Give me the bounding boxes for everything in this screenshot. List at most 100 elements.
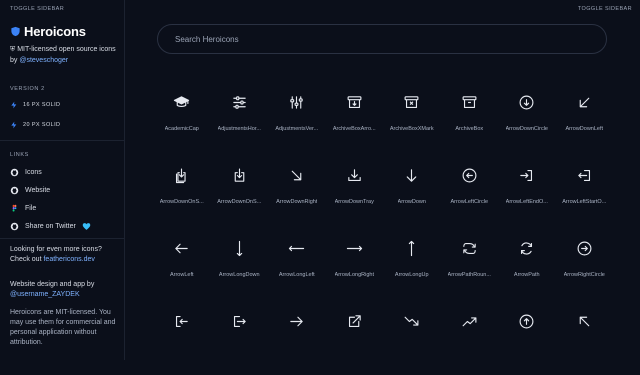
arrow-long-up-icon bbox=[409, 240, 415, 257]
icon-card-arrow-path-rounded-square[interactable]: ArrowPathRoun... bbox=[441, 229, 499, 302]
icon-label: ArrowDown bbox=[397, 199, 426, 205]
icon-card-adjustments-vertical[interactable]: AdjustmentsVer... bbox=[268, 83, 326, 156]
link-share-twitter[interactable]: Share on Twitter bbox=[10, 222, 91, 231]
search-bar[interactable] bbox=[157, 24, 607, 54]
icon-label: ArrowDownRight bbox=[276, 199, 318, 205]
heart-icon bbox=[82, 223, 91, 230]
icon-label: ArrowDownCircle bbox=[505, 126, 548, 132]
link-file-label: File bbox=[25, 205, 37, 212]
icon-card-arrow-trending-up[interactable] bbox=[441, 302, 499, 375]
icon-card-arrow-left-start-on-rectangle[interactable]: ArrowLeftStartO... bbox=[556, 156, 614, 229]
icon-label: ArrowRightCircle bbox=[563, 272, 605, 278]
icon-card-arrow-long-down[interactable]: ArrowLongDown bbox=[211, 229, 269, 302]
shield-logo-icon bbox=[11, 26, 20, 37]
arrow-top-right-on-square-icon bbox=[348, 315, 361, 328]
arrow-long-down-icon bbox=[236, 240, 242, 257]
icon-card-arrow-right[interactable] bbox=[268, 302, 326, 375]
more-icons-promo: Looking for even more icons? Check out f… bbox=[10, 245, 120, 265]
icon-card-arrow-up-circle[interactable] bbox=[498, 302, 556, 375]
icon-card-arrow-left-end-on-rectangle[interactable]: ArrowLeftEndO... bbox=[498, 156, 556, 229]
icon-card-arrow-down-on-square-stack[interactable]: ArrowDownOnS... bbox=[153, 156, 211, 229]
link-website-label: Website bbox=[25, 187, 51, 194]
zaydek-link[interactable]: @username_ZAYDEK bbox=[10, 291, 80, 298]
link-website[interactable]: Website bbox=[10, 186, 50, 195]
icon-card-arrow-left-circle[interactable]: ArrowLeftCircle bbox=[441, 156, 499, 229]
archive-box-icon bbox=[462, 96, 477, 109]
version-16-solid[interactable]: 16 PX SOLID bbox=[10, 101, 60, 109]
icon-card-arrow-right-end-on-rectangle[interactable] bbox=[153, 302, 211, 375]
icon-label: ArrowLongLeft bbox=[278, 272, 315, 278]
icon-card-arrow-trending-down[interactable] bbox=[383, 302, 441, 375]
icon-card-adjustments-horizontal[interactable]: AdjustmentsHor... bbox=[211, 83, 269, 156]
arrow-long-right-icon bbox=[346, 245, 362, 252]
github-icon bbox=[10, 168, 19, 177]
github-icon bbox=[10, 186, 19, 195]
figma-icon bbox=[12, 204, 17, 212]
arrow-right-icon bbox=[290, 316, 303, 327]
icon-card-arrow-right-start-on-rectangle[interactable] bbox=[211, 302, 269, 375]
version-20-solid[interactable]: 20 PX SOLID bbox=[10, 121, 60, 129]
arrow-left-icon bbox=[175, 243, 188, 254]
github-icon bbox=[10, 222, 19, 231]
icon-card-archive-box[interactable]: ArchiveBox bbox=[441, 83, 499, 156]
adjustments-horizontal-icon bbox=[233, 96, 246, 109]
toggle-sidebar-button[interactable]: TOGGLE SIDEBAR bbox=[10, 6, 64, 12]
arrow-trending-down-icon bbox=[404, 316, 419, 326]
arrow-left-start-on-rectangle-icon bbox=[578, 169, 590, 182]
arrow-down-on-square-icon bbox=[234, 168, 245, 182]
icon-card-arrow-down-on-square[interactable]: ArrowDownOnS... bbox=[211, 156, 269, 229]
icon-card-arrow-down-right[interactable]: ArrowDownRight bbox=[268, 156, 326, 229]
icon-card-archive-box-arrow-down[interactable]: ArchiveBoxArro... bbox=[326, 83, 384, 156]
icon-label: ArchiveBox bbox=[455, 126, 484, 132]
badge-icon: ⛨ bbox=[10, 46, 16, 53]
feathericons-link[interactable]: feathericons.dev bbox=[43, 256, 94, 263]
divider bbox=[0, 238, 125, 239]
icon-card-arrow-long-left[interactable]: ArrowLongLeft bbox=[268, 229, 326, 302]
icon-card-archive-box-x-mark[interactable]: ArchiveBoxXMark bbox=[383, 83, 441, 156]
icon-card-arrow-long-right[interactable]: ArrowLongRight bbox=[326, 229, 384, 302]
icon-card-arrow-right-circle[interactable]: ArrowRightCircle bbox=[556, 229, 614, 302]
arrow-path-icon bbox=[521, 242, 533, 255]
icon-card-arrow-path[interactable]: ArrowPath bbox=[498, 229, 556, 302]
design-credit-text: Website design and app by bbox=[10, 281, 95, 288]
version-20-label: 20 PX SOLID bbox=[23, 122, 61, 128]
bolt-icon bbox=[11, 101, 17, 109]
icon-card-arrow-down-tray[interactable]: ArrowDownTray bbox=[326, 156, 384, 229]
icon-label: ArrowLeftStartO... bbox=[562, 199, 607, 205]
link-icons-label: Icons bbox=[25, 169, 42, 176]
academic-cap-icon bbox=[174, 96, 190, 107]
icon-label: ArrowDownLeft bbox=[565, 126, 604, 132]
icon-label: AdjustmentsHor... bbox=[217, 126, 261, 132]
arrow-right-start-on-rectangle-icon bbox=[233, 315, 246, 328]
icon-label: ArrowPath bbox=[513, 272, 540, 278]
icon-label: ArrowLongUp bbox=[394, 272, 429, 278]
icon-card-arrow-long-up[interactable]: ArrowLongUp bbox=[383, 229, 441, 302]
version-label: VERSION 2 bbox=[10, 86, 45, 92]
arrow-path-rounded-square-icon bbox=[463, 242, 476, 255]
icon-label: ArrowDownTray bbox=[334, 199, 374, 205]
icon-card-arrow-left[interactable]: ArrowLeft bbox=[153, 229, 211, 302]
toggle-sidebar-button[interactable]: TOGGLE SIDEBAR bbox=[578, 6, 632, 12]
arrow-down-left-icon bbox=[579, 97, 590, 108]
link-file[interactable]: File bbox=[10, 204, 36, 213]
icon-card-arrow-down-left[interactable]: ArrowDownLeft bbox=[556, 83, 614, 156]
icon-card-arrow-down[interactable]: ArrowDown bbox=[383, 156, 441, 229]
icon-label: ArchiveBoxArro... bbox=[332, 126, 376, 132]
icon-card-arrow-top-right-on-square[interactable] bbox=[326, 302, 384, 375]
steveschoger-link[interactable]: @steveschoger bbox=[19, 57, 68, 64]
icon-card-arrow-up-left[interactable] bbox=[556, 302, 614, 375]
arrow-right-end-on-rectangle-icon bbox=[176, 315, 188, 328]
icon-card-academic-cap[interactable]: AcademicCap bbox=[153, 83, 211, 156]
brand-title: Heroicons bbox=[24, 24, 86, 39]
icon-label: AcademicCap bbox=[164, 126, 199, 132]
arrow-up-circle-icon bbox=[519, 314, 534, 329]
search-input[interactable] bbox=[173, 33, 606, 45]
icon-label: ArchiveBoxXMark bbox=[389, 126, 434, 132]
icon-grid: AcademicCap AdjustmentsHor... Adjustment… bbox=[153, 83, 613, 375]
brand[interactable]: Heroicons bbox=[10, 24, 86, 39]
links-label: LINKS bbox=[10, 152, 29, 158]
icon-card-arrow-down-circle[interactable]: ArrowDownCircle bbox=[498, 83, 556, 156]
arrow-down-right-icon bbox=[291, 170, 302, 181]
arrow-up-left-icon bbox=[579, 316, 590, 327]
link-icons[interactable]: Icons bbox=[10, 168, 42, 177]
